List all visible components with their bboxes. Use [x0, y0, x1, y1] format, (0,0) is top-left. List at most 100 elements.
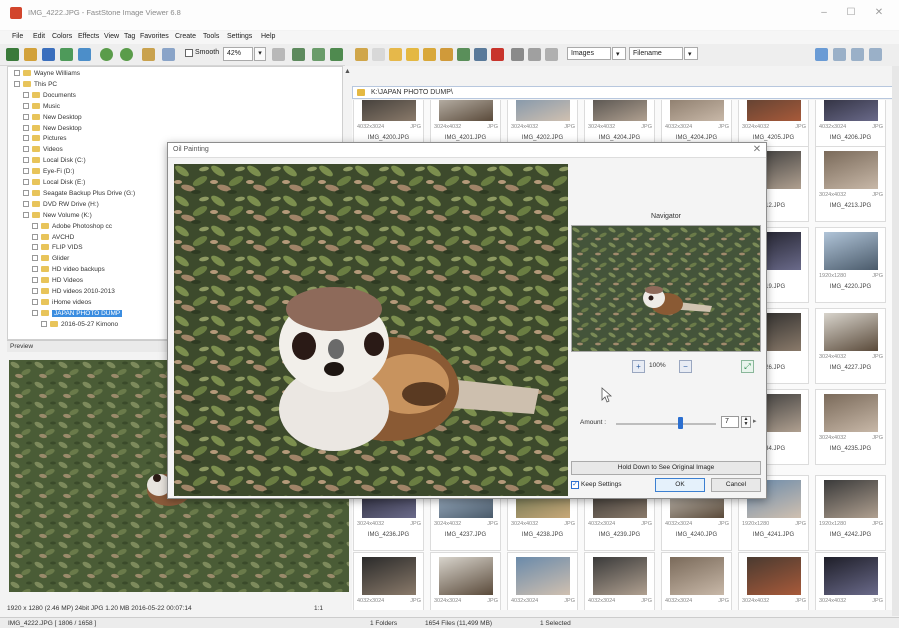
- thumbnail-item[interactable]: 1920x1280 JPG IMG_4242.JPG: [815, 475, 886, 551]
- tree-item[interactable]: FLIP VIDS: [32, 244, 83, 254]
- menu-view[interactable]: View: [104, 33, 119, 40]
- expand-toggle-icon[interactable]: [32, 233, 38, 240]
- amount-slider-thumb[interactable]: [678, 417, 683, 429]
- close-button[interactable]: ✕: [868, 6, 890, 20]
- thumbnail-item[interactable]: 4032x3024 JPG: [507, 552, 578, 610]
- menu-edit[interactable]: Edit: [33, 33, 45, 40]
- amount-input[interactable]: 7: [721, 416, 739, 428]
- tree-item[interactable]: HD video backups: [32, 266, 105, 276]
- tree-item[interactable]: HD videos 2010-2013: [32, 288, 115, 298]
- menu-favorites[interactable]: Favorites: [140, 33, 169, 40]
- layout-2-icon[interactable]: [833, 48, 846, 61]
- zoom-in-icon[interactable]: [100, 48, 113, 61]
- tree-item[interactable]: AVCHD: [32, 233, 74, 244]
- thumbnail-item[interactable]: 3024x4032 JPG IMG_4235.JPG: [815, 389, 886, 465]
- sort-combo[interactable]: Filename: [629, 47, 683, 60]
- tree-item[interactable]: Documents: [23, 91, 76, 102]
- menu-settings[interactable]: Settings: [227, 33, 252, 40]
- expand-toggle-icon[interactable]: [32, 298, 38, 305]
- navigator-thumbnail[interactable]: [571, 225, 761, 352]
- expand-toggle-icon[interactable]: [23, 113, 29, 120]
- expand-toggle-icon[interactable]: [23, 146, 29, 153]
- new-folder-icon[interactable]: [423, 48, 436, 61]
- expand-toggle-icon[interactable]: [23, 189, 29, 196]
- tree-item[interactable]: Glider: [32, 255, 69, 265]
- chevron-down-icon[interactable]: ▾: [684, 47, 698, 60]
- amount-spinner[interactable]: ▲ ▼: [741, 416, 751, 428]
- expand-toggle-icon[interactable]: [32, 277, 38, 284]
- tree-item[interactable]: Adobe Photoshop cc: [32, 222, 112, 233]
- tree-item[interactable]: This PC: [14, 80, 57, 91]
- menu-colors[interactable]: Colors: [52, 33, 72, 40]
- expand-toggle-icon[interactable]: [32, 255, 38, 262]
- tree-item[interactable]: Pictures: [23, 135, 66, 145]
- fit-to-window-icon[interactable]: ⤢: [741, 360, 754, 373]
- rotate-icon[interactable]: [272, 48, 285, 61]
- menu-file[interactable]: File: [12, 33, 23, 40]
- tree-item[interactable]: Music: [23, 102, 60, 113]
- expand-toggle-icon[interactable]: [32, 266, 38, 273]
- zoom-in-icon[interactable]: +: [632, 360, 645, 373]
- save-icon[interactable]: [42, 48, 55, 61]
- folder-up-icon[interactable]: [389, 48, 402, 61]
- expand-toggle-icon[interactable]: [32, 309, 38, 316]
- menu-help[interactable]: Help: [261, 33, 275, 40]
- tree-item[interactable]: New Volume (K:): [23, 211, 92, 222]
- tree-item[interactable]: HD Videos: [32, 277, 83, 287]
- expand-toggle-icon[interactable]: [23, 211, 29, 218]
- fullscreen-icon[interactable]: [78, 48, 91, 61]
- chevron-down-icon[interactable]: ▾: [254, 47, 266, 61]
- thumbnail-item[interactable]: 3024x4032 JPG: [738, 552, 809, 610]
- zoom-ratio[interactable]: 1:1: [314, 605, 323, 612]
- tree-item[interactable]: Local Disk (C:): [23, 157, 86, 167]
- thumbnail-item[interactable]: 3024x4032 JPG: [815, 552, 886, 610]
- menu-effects[interactable]: Effects: [78, 33, 99, 40]
- thumbnail-item[interactable]: 1920x1280 JPG IMG_4220.JPG: [815, 227, 886, 303]
- expand-toggle-icon[interactable]: [23, 157, 29, 164]
- keep-settings-checkbox[interactable]: ✓: [571, 481, 579, 489]
- actual-size-icon[interactable]: [142, 48, 155, 61]
- open-folder-icon[interactable]: [6, 48, 19, 61]
- address-bar[interactable]: K:\JAPAN PHOTO DUMP\: [352, 86, 899, 99]
- minimize-button[interactable]: –: [813, 6, 835, 20]
- zoom-combo[interactable]: 42%: [223, 47, 253, 61]
- tree-item[interactable]: Seagate Backup Plus Drive (G:): [23, 189, 135, 200]
- move-to-icon[interactable]: [457, 48, 470, 61]
- amount-slider-track[interactable]: [616, 423, 716, 425]
- tree-item[interactable]: New Desktop: [23, 124, 82, 135]
- copy-to-icon[interactable]: [440, 48, 453, 61]
- cancel-button[interactable]: Cancel: [711, 478, 761, 492]
- tree-item[interactable]: DVD RW Drive (H:): [23, 200, 99, 211]
- layout-1-icon[interactable]: [815, 48, 828, 61]
- fit-window-icon[interactable]: [162, 48, 175, 61]
- expand-toggle-icon[interactable]: [23, 168, 29, 175]
- expand-toggle-icon[interactable]: [32, 288, 38, 294]
- expand-toggle-icon[interactable]: [23, 179, 29, 185]
- effect-preview-canvas[interactable]: [174, 164, 568, 496]
- expand-toggle-icon[interactable]: [32, 244, 38, 251]
- scroll-up-icon[interactable]: ▲: [344, 68, 351, 75]
- tree-item[interactable]: New Desktop: [23, 113, 82, 124]
- grid-view-icon[interactable]: [312, 48, 325, 61]
- layout-3-icon[interactable]: [851, 48, 864, 61]
- thumbnail-size-icon[interactable]: [511, 48, 524, 61]
- thumbnail-item[interactable]: 4032x3024 JPG: [353, 552, 424, 610]
- thumbnail-item[interactable]: 3024x3024 JPG: [430, 552, 501, 610]
- tree-item[interactable]: Wayne Williams: [14, 70, 80, 80]
- expand-toggle-icon[interactable]: [14, 70, 20, 76]
- expand-toggle-icon[interactable]: [23, 124, 29, 131]
- zoom-out-icon[interactable]: [120, 48, 133, 61]
- expand-toggle-icon[interactable]: [23, 200, 29, 207]
- thumbnail-item[interactable]: 3024x4032 JPG IMG_4227.JPG: [815, 308, 886, 384]
- favorite-folder-icon[interactable]: [406, 48, 419, 61]
- slideshow-icon[interactable]: [60, 48, 73, 61]
- expand-toggle-icon[interactable]: [23, 135, 29, 142]
- zoom-out-icon[interactable]: −: [679, 360, 692, 373]
- expand-toggle-icon[interactable]: [23, 91, 29, 98]
- maximize-button[interactable]: ☐: [840, 6, 862, 20]
- expand-toggle-icon[interactable]: [32, 222, 38, 229]
- menu-tools[interactable]: Tools: [203, 33, 219, 40]
- list-view-icon[interactable]: [545, 48, 558, 61]
- tree-item[interactable]: 2016-05-27 Kimono: [41, 320, 118, 331]
- ok-button[interactable]: OK: [655, 478, 705, 492]
